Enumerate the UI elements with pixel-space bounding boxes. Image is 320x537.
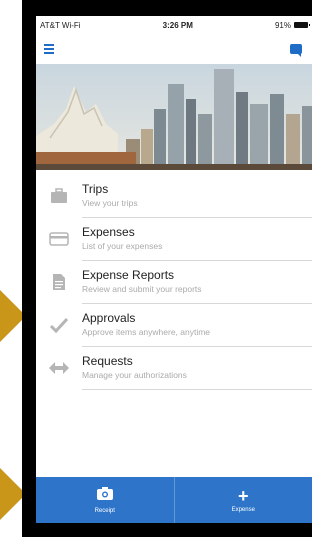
carrier-label: AT&T Wi-Fi [40, 20, 81, 30]
battery-percent: 91% [274, 20, 291, 30]
hero-city-image [36, 64, 312, 170]
battery-icon [294, 22, 310, 28]
plus-icon: + [237, 485, 249, 506]
expense-label: Expense [231, 506, 255, 513]
app-header [36, 34, 312, 64]
briefcase-icon [36, 187, 82, 204]
document-icon [36, 273, 82, 291]
menu-item-subtitle: Manage your authorizations [82, 369, 187, 380]
camera-icon [96, 486, 113, 505]
menu-item-subtitle: Review and submit your reports [82, 283, 202, 294]
status-bar: AT&T Wi-Fi 3:26 PM 91% [36, 16, 312, 34]
menu-item-title: Requests [82, 353, 133, 368]
menu-item-subtitle: List of your expenses [82, 240, 163, 251]
bottom-tab-bar: Receipt + Expense [36, 477, 312, 523]
main-menu-list: Trips View your trips Expenses List of y… [36, 174, 312, 390]
menu-item-title: Trips [82, 181, 109, 196]
menu-item-subtitle: View your trips [82, 197, 138, 208]
arrows-icon [36, 361, 82, 375]
menu-item-trips[interactable]: Trips View your trips [36, 174, 312, 218]
menu-item-title: Expenses [82, 224, 135, 239]
status-indicators: 91% [274, 20, 310, 30]
clock: 3:26 PM [162, 20, 193, 30]
expense-tab-button[interactable]: + Expense [173, 477, 313, 523]
phone-screen: AT&T Wi-Fi 3:26 PM 91% Trips View your t… [36, 16, 312, 523]
menu-item-title: Approvals [82, 310, 136, 325]
menu-item-title: Expense Reports [82, 267, 175, 282]
menu-item-requests[interactable]: Requests Manage your authorizations [36, 346, 312, 390]
device-frame: AT&T Wi-Fi 3:26 PM 91% Trips View your t… [22, 0, 312, 537]
chat-bubble-icon[interactable] [290, 44, 302, 57]
menu-item-subtitle: Approve items anywhere, anytime [82, 326, 211, 337]
checkmark-icon [36, 317, 82, 333]
credit-card-icon [36, 231, 82, 246]
menu-item-expenses[interactable]: Expenses List of your expenses [36, 217, 312, 261]
menu-item-expense-reports[interactable]: Expense Reports Review and submit your r… [36, 260, 312, 304]
receipt-tab-button[interactable]: Receipt [36, 477, 174, 523]
menu-item-approvals[interactable]: Approvals Approve items anywhere, anytim… [36, 303, 312, 347]
hamburger-icon[interactable] [44, 44, 54, 54]
receipt-label: Receipt [94, 507, 115, 514]
